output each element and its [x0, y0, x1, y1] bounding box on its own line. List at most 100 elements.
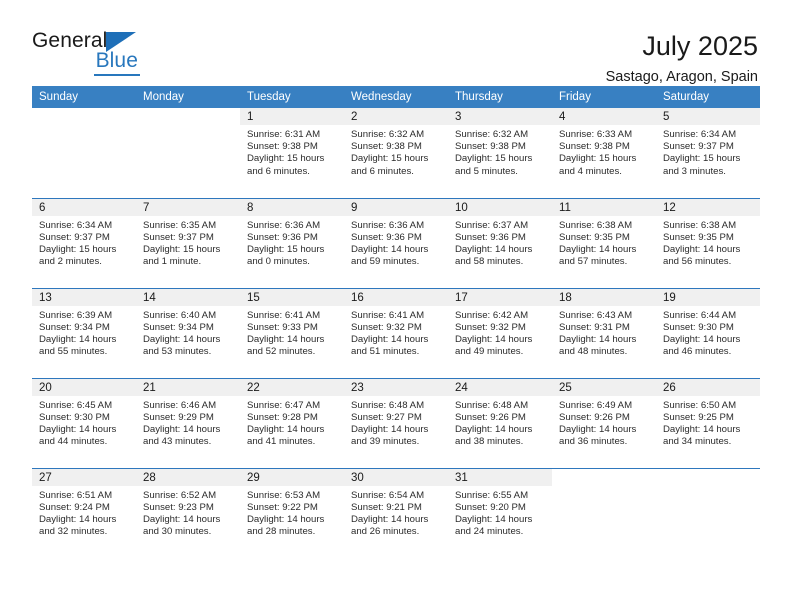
- calendar-day-cell[interactable]: 30 Sunrise: 6:54 AM Sunset: 9:21 PM Dayligh…: [344, 467, 448, 558]
- sunset-time: Sunset: 9:32 PM: [351, 321, 422, 333]
- sunrise-time: Sunrise: 6:53 AM: [247, 489, 321, 501]
- calendar-day-cell[interactable]: 25 Sunrise: 6:49 AM Sunset: 9:26 PM Dayligh…: [552, 377, 656, 468]
- sunset-time: Sunset: 9:21 PM: [351, 501, 422, 513]
- daylight-duration-line2: and 44 minutes.: [39, 436, 108, 448]
- calendar-day-cell[interactable]: 14 Sunrise: 6:40 AM Sunset: 9:34 PM Dayligh…: [136, 287, 240, 378]
- sunrise-time: Sunrise: 6:32 AM: [455, 129, 529, 140]
- sunrise-time: Sunrise: 6:40 AM: [143, 309, 217, 321]
- sunset-time: Sunset: 9:25 PM: [663, 411, 734, 423]
- calendar-day-cell[interactable]: 17 Sunrise: 6:42 AM Sunset: 9:32 PM Dayligh…: [448, 287, 552, 378]
- day-details: Sunrise: 6:36 AM Sunset: 9:36 PM Daylight:…: [344, 216, 448, 269]
- day-details: Sunrise: 6:53 AM Sunset: 9:22 PM Daylight:…: [240, 486, 344, 539]
- weekday-header-monday: Monday: [136, 86, 240, 108]
- weekday-header-row: Sunday Monday Tuesday Wednesday Thursday…: [32, 86, 760, 108]
- calendar-day-cell[interactable]: 18 Sunrise: 6:43 AM Sunset: 9:31 PM Dayligh…: [552, 287, 656, 378]
- sunrise-time: Sunrise: 6:38 AM: [663, 219, 737, 231]
- daylight-duration-line2: and 49 minutes.: [455, 346, 524, 358]
- calendar-day-cell[interactable]: 7 Sunrise: 6:35 AM Sunset: 9:37 PM Daylight…: [136, 197, 240, 288]
- day-details: Sunrise: 6:44 AM Sunset: 9:30 PM Daylight:…: [656, 306, 760, 359]
- calendar-day-cell[interactable]: 5 Sunrise: 6:34 AM Sunset: 9:37 PM Daylight…: [656, 108, 760, 198]
- daylight-duration-line1: Daylight: 15 hours: [351, 153, 429, 165]
- daylight-duration-line1: Daylight: 14 hours: [143, 333, 221, 345]
- calendar-container: Sunday Monday Tuesday Wednesday Thursday…: [32, 86, 760, 558]
- sunset-time: Sunset: 9:37 PM: [39, 231, 110, 243]
- daylight-duration-line1: Daylight: 14 hours: [39, 333, 117, 345]
- sunset-time: Sunset: 9:31 PM: [559, 321, 630, 333]
- sunrise-time: Sunrise: 6:35 AM: [143, 219, 217, 231]
- sunrise-time: Sunrise: 6:52 AM: [143, 489, 217, 501]
- sunset-time: Sunset: 9:38 PM: [351, 141, 422, 153]
- daylight-duration-line1: Daylight: 14 hours: [247, 423, 325, 435]
- calendar-day-cell[interactable]: 21 Sunrise: 6:46 AM Sunset: 9:29 PM Dayligh…: [136, 377, 240, 468]
- calendar-day-cell[interactable]: 2 Sunrise: 6:32 AM Sunset: 9:38 PM Daylight…: [344, 108, 448, 198]
- general-blue-logo[interactable]: General Blue: [32, 30, 140, 76]
- logo-text-blue: Blue: [95, 49, 138, 72]
- logo-underline: [94, 74, 140, 76]
- daylight-duration-line1: Daylight: 14 hours: [351, 243, 429, 255]
- daylight-duration-line1: Daylight: 14 hours: [143, 513, 221, 525]
- calendar-day-cell[interactable]: 1 Sunrise: 6:31 AM Sunset: 9:38 PM Daylight…: [240, 108, 344, 198]
- calendar-day-cell[interactable]: 15 Sunrise: 6:41 AM Sunset: 9:33 PM Dayligh…: [240, 287, 344, 378]
- calendar-day-cell[interactable]: 24 Sunrise: 6:48 AM Sunset: 9:26 PM Dayligh…: [448, 377, 552, 468]
- calendar-day-cell[interactable]: 13 Sunrise: 6:39 AM Sunset: 9:34 PM Dayligh…: [32, 287, 136, 378]
- day-details: Sunrise: 6:38 AM Sunset: 9:35 PM Daylight:…: [656, 216, 760, 269]
- calendar-day-cell[interactable]: 20 Sunrise: 6:45 AM Sunset: 9:30 PM Dayligh…: [32, 377, 136, 468]
- calendar-day-cell[interactable]: 6 Sunrise: 6:34 AM Sunset: 9:37 PM Daylight…: [32, 197, 136, 288]
- day-details: Sunrise: 6:55 AM Sunset: 9:20 PM Daylight:…: [448, 486, 552, 539]
- sunset-time: Sunset: 9:26 PM: [559, 411, 630, 423]
- day-number: [32, 108, 136, 125]
- calendar-day-cell[interactable]: 3 Sunrise: 6:32 AM Sunset: 9:38 PM Daylight…: [448, 108, 552, 198]
- calendar-day-cell[interactable]: 4 Sunrise: 6:33 AM Sunset: 9:38 PM Daylight…: [552, 108, 656, 198]
- sunrise-time: Sunrise: 6:39 AM: [39, 309, 113, 321]
- daylight-duration-line1: Daylight: 15 hours: [39, 243, 117, 255]
- day-number: 15: [240, 288, 344, 306]
- sunrise-time: Sunrise: 6:51 AM: [39, 489, 113, 501]
- calendar-day-cell[interactable]: 11 Sunrise: 6:38 AM Sunset: 9:35 PM Dayligh…: [552, 197, 656, 288]
- sunrise-time: Sunrise: 6:37 AM: [455, 219, 529, 231]
- daylight-duration-line2: and 1 minute.: [143, 256, 202, 268]
- calendar-week-row: 27 Sunrise: 6:51 AM Sunset: 9:24 PM Dayligh…: [32, 467, 760, 558]
- daylight-duration-line1: Daylight: 14 hours: [455, 333, 533, 345]
- daylight-duration-line2: and 39 minutes.: [351, 436, 420, 448]
- calendar-day-cell[interactable]: 12 Sunrise: 6:38 AM Sunset: 9:35 PM Dayligh…: [656, 197, 760, 288]
- day-number: 30: [344, 468, 448, 486]
- sunset-time: Sunset: 9:35 PM: [663, 231, 734, 243]
- logo-triangle-icon: [106, 32, 136, 52]
- calendar-week-row: 6 Sunrise: 6:34 AM Sunset: 9:37 PM Daylight…: [32, 197, 760, 288]
- calendar-day-cell[interactable]: 10 Sunrise: 6:37 AM Sunset: 9:36 PM Dayligh…: [448, 197, 552, 288]
- sunset-time: Sunset: 9:29 PM: [143, 411, 214, 423]
- calendar-day-cell[interactable]: 28 Sunrise: 6:52 AM Sunset: 9:23 PM Dayligh…: [136, 467, 240, 558]
- daylight-duration-line1: Daylight: 15 hours: [455, 153, 533, 165]
- calendar-day-cell[interactable]: 9 Sunrise: 6:36 AM Sunset: 9:36 PM Daylight…: [344, 197, 448, 288]
- day-details: Sunrise: 6:49 AM Sunset: 9:26 PM Daylight:…: [552, 396, 656, 449]
- calendar-day-cell[interactable]: 27 Sunrise: 6:51 AM Sunset: 9:24 PM Dayligh…: [32, 467, 136, 558]
- sunrise-time: Sunrise: 6:42 AM: [455, 309, 529, 321]
- calendar-day-cell[interactable]: 16 Sunrise: 6:41 AM Sunset: 9:32 PM Dayligh…: [344, 287, 448, 378]
- day-number: [552, 469, 656, 486]
- sunset-time: Sunset: 9:34 PM: [39, 321, 110, 333]
- calendar-day-cell[interactable]: 19 Sunrise: 6:44 AM Sunset: 9:30 PM Dayligh…: [656, 287, 760, 378]
- day-number: 21: [136, 378, 240, 396]
- sunrise-time: Sunrise: 6:34 AM: [39, 219, 113, 231]
- calendar-day-cell[interactable]: 29 Sunrise: 6:53 AM Sunset: 9:22 PM Dayligh…: [240, 467, 344, 558]
- calendar-day-cell[interactable]: 31 Sunrise: 6:55 AM Sunset: 9:20 PM Dayligh…: [448, 467, 552, 558]
- daylight-duration-line1: Daylight: 14 hours: [663, 333, 741, 345]
- calendar-day-cell[interactable]: 26 Sunrise: 6:50 AM Sunset: 9:25 PM Dayligh…: [656, 377, 760, 468]
- sunset-time: Sunset: 9:36 PM: [455, 231, 526, 243]
- sunset-time: Sunset: 9:33 PM: [247, 321, 318, 333]
- calendar-day-cell[interactable]: 8 Sunrise: 6:36 AM Sunset: 9:36 PM Daylight…: [240, 197, 344, 288]
- day-number: [656, 469, 760, 486]
- day-number: 11: [552, 198, 656, 216]
- calendar-day-cell[interactable]: 23 Sunrise: 6:48 AM Sunset: 9:27 PM Dayligh…: [344, 377, 448, 468]
- calendar-week-row: 1 Sunrise: 6:31 AM Sunset: 9:38 PM Daylight…: [32, 108, 760, 198]
- daylight-duration-line2: and 0 minutes.: [247, 256, 310, 268]
- calendar-day-cell[interactable]: 22 Sunrise: 6:47 AM Sunset: 9:28 PM Dayligh…: [240, 377, 344, 468]
- page-header: General Blue July 2025 Sastago, Aragon, …: [0, 0, 792, 86]
- day-number: 4: [552, 108, 656, 125]
- daylight-duration-line1: Daylight: 14 hours: [39, 423, 117, 435]
- daylight-duration-line1: Daylight: 14 hours: [663, 423, 741, 435]
- sunrise-time: Sunrise: 6:36 AM: [247, 219, 321, 231]
- sunset-time: Sunset: 9:20 PM: [455, 501, 526, 513]
- sunset-time: Sunset: 9:38 PM: [247, 141, 318, 153]
- day-details: Sunrise: 6:48 AM Sunset: 9:26 PM Daylight:…: [448, 396, 552, 449]
